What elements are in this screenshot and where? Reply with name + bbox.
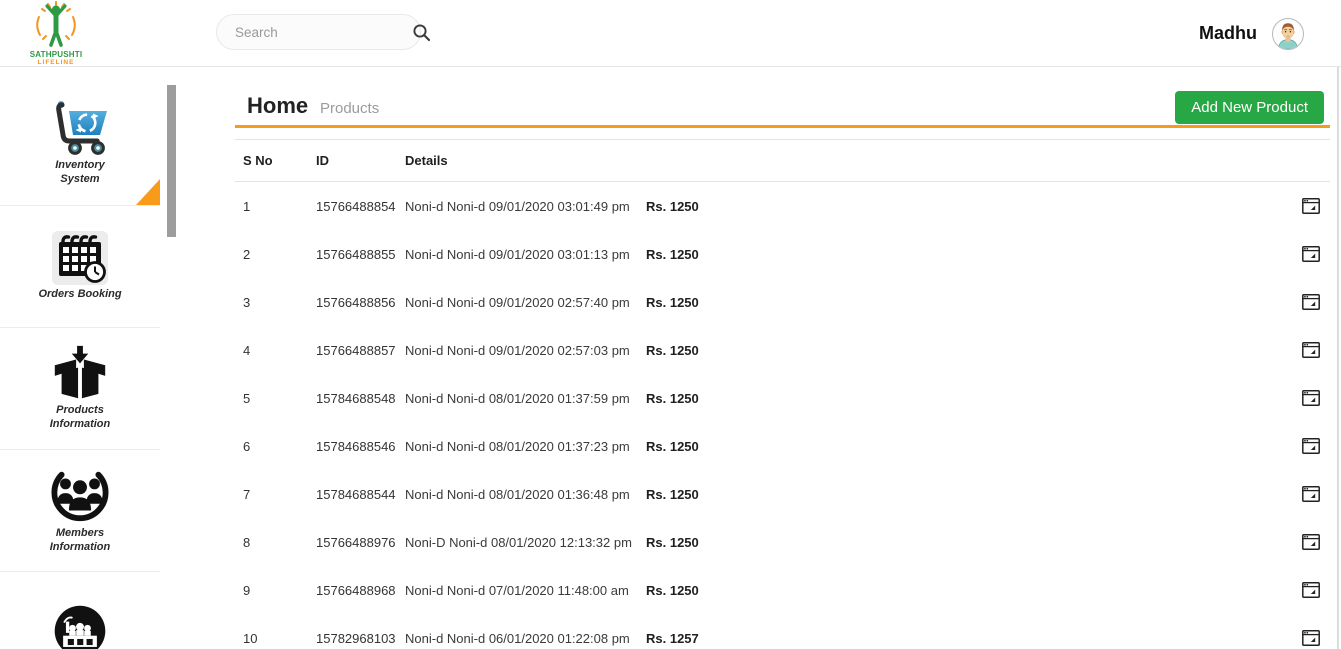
table-row: 3 15766488856 Noni-d Noni-d 09/01/2020 0…: [235, 278, 1330, 326]
cell-price: Rs. 1250: [646, 487, 699, 502]
table-row: 8 15766488976 Noni-D Noni-d 08/01/2020 1…: [235, 518, 1330, 566]
cell-price: Rs. 1250: [646, 295, 699, 310]
open-window-icon[interactable]: [1302, 246, 1320, 262]
cell-details: Noni-d Noni-d 08/01/2020 01:37:23 pm: [405, 439, 646, 454]
cell-sno: 6: [243, 439, 316, 454]
factory-people-icon: [50, 601, 110, 649]
cell-id: 15784688548: [316, 391, 405, 406]
logo-person-icon: [30, 1, 82, 47]
cell-details: Noni-d Noni-d 08/01/2020 01:37:59 pm: [405, 391, 646, 406]
sidebar-item-label: Products Information: [37, 404, 123, 432]
cell-sno: 10: [243, 631, 316, 646]
cell-price: Rs. 1250: [646, 439, 699, 454]
cell-price: Rs. 1250: [646, 199, 699, 214]
cell-id: 15766488976: [316, 535, 405, 550]
sidebar-item-orders-booking[interactable]: Orders Booking: [0, 206, 160, 328]
cell-price: Rs. 1250: [646, 247, 699, 262]
cell-id: 15766488968: [316, 583, 405, 598]
table-row: 6 15784688546 Noni-d Noni-d 08/01/2020 0…: [235, 422, 1330, 470]
open-window-icon[interactable]: [1302, 438, 1320, 454]
cell-sno: 1: [243, 199, 316, 214]
table-row: 2 15766488855 Noni-d Noni-d 09/01/2020 0…: [235, 230, 1330, 278]
cell-sno: 8: [243, 535, 316, 550]
sidebar-item-products-information[interactable]: Products Information: [0, 328, 160, 450]
sidebar-item-label: Inventory System: [37, 159, 123, 187]
table-row: 9 15766488968 Noni-d Noni-d 07/01/2020 1…: [235, 566, 1330, 614]
table-row: 10 15782968103 Noni-d Noni-d 06/01/2020 …: [235, 614, 1330, 649]
cell-price: Rs. 1250: [646, 391, 699, 406]
cell-id: 15766488855: [316, 247, 405, 262]
search-bar: [216, 14, 421, 50]
table-row: 4 15766488857 Noni-d Noni-d 09/01/2020 0…: [235, 326, 1330, 374]
table-header-row: S No ID Details: [235, 140, 1330, 182]
table-row: 1 15766488854 Noni-d Noni-d 09/01/2020 0…: [235, 182, 1330, 230]
cell-price: Rs. 1250: [646, 535, 699, 550]
table-row: 5 15784688548 Noni-d Noni-d 08/01/2020 0…: [235, 374, 1330, 422]
cell-details: Noni-d Noni-d 06/01/2020 01:22:08 pm: [405, 631, 646, 646]
header-details: Details: [405, 153, 1330, 168]
open-window-icon[interactable]: [1302, 294, 1320, 310]
cell-details: Noni-d Noni-d 07/01/2020 11:48:00 am: [405, 583, 646, 598]
open-window-icon[interactable]: [1302, 534, 1320, 550]
cell-price: Rs. 1257: [646, 631, 699, 646]
header-id: ID: [316, 153, 405, 168]
people-group-icon: [49, 466, 111, 524]
search-input[interactable]: [235, 25, 412, 40]
calendar-clock-icon: [52, 231, 108, 285]
brand-tagline: LIFELINE: [26, 59, 86, 66]
cell-sno: 7: [243, 487, 316, 502]
open-window-icon[interactable]: [1302, 342, 1320, 358]
page-header: Home Products Add New Product: [235, 67, 1330, 128]
table-row: 7 15784688544 Noni-d Noni-d 08/01/2020 0…: [235, 470, 1330, 518]
products-table: S No ID Details 1 15766488854 Noni-d Non…: [235, 139, 1330, 649]
search-icon[interactable]: [412, 22, 431, 42]
cell-sno: 4: [243, 343, 316, 358]
sidebar-item-label: Members Information: [37, 527, 123, 555]
open-window-icon[interactable]: [1302, 582, 1320, 598]
sidebar: Inventory System Orders Booking: [0, 67, 160, 649]
active-item-indicator: [136, 179, 160, 205]
cell-details: Noni-d Noni-d 08/01/2020 01:36:48 pm: [405, 487, 646, 502]
cell-details: Noni-d Noni-d 09/01/2020 03:01:49 pm: [405, 199, 646, 214]
add-new-product-button[interactable]: Add New Product: [1175, 91, 1324, 124]
sidebar-item-members-information[interactable]: Members Information: [0, 450, 160, 572]
cell-sno: 5: [243, 391, 316, 406]
cell-id: 15784688546: [316, 439, 405, 454]
sidebar-item-label: Orders Booking: [38, 288, 121, 302]
page-title: Home: [247, 93, 308, 119]
cell-id: 15784688544: [316, 487, 405, 502]
cell-details: Noni-d Noni-d 09/01/2020 03:01:13 pm: [405, 247, 646, 262]
cell-price: Rs. 1250: [646, 583, 699, 598]
cell-id: 15766488856: [316, 295, 405, 310]
open-window-icon[interactable]: [1302, 630, 1320, 646]
open-box-icon: [49, 345, 111, 401]
top-bar: SATHPUSHTI LIFELINE Madhu: [0, 0, 1341, 67]
cell-sno: 9: [243, 583, 316, 598]
cell-price: Rs. 1250: [646, 343, 699, 358]
sidebar-item-inventory-system[interactable]: Inventory System: [0, 67, 160, 206]
shopping-cart-icon: [48, 98, 112, 156]
brand-logo: SATHPUSHTI LIFELINE: [26, 1, 86, 66]
cell-id: 15766488857: [316, 343, 405, 358]
user-avatar[interactable]: [1272, 18, 1304, 50]
sidebar-item-company[interactable]: [0, 572, 160, 649]
page-scrollbar-track[interactable]: [1337, 0, 1339, 649]
header-sno: S No: [243, 153, 316, 168]
user-box: Madhu: [1199, 0, 1304, 67]
cell-id: 15766488854: [316, 199, 405, 214]
user-name: Madhu: [1199, 23, 1257, 44]
open-window-icon[interactable]: [1302, 486, 1320, 502]
open-window-icon[interactable]: [1302, 390, 1320, 406]
cell-sno: 2: [243, 247, 316, 262]
open-window-icon[interactable]: [1302, 198, 1320, 214]
cell-details: Noni-d Noni-d 09/01/2020 02:57:40 pm: [405, 295, 646, 310]
sidebar-scrollbar-thumb[interactable]: [167, 85, 176, 237]
page-subtitle: Products: [320, 100, 379, 117]
cell-details: Noni-d Noni-d 09/01/2020 02:57:03 pm: [405, 343, 646, 358]
brand-name: SATHPUSHTI: [26, 50, 86, 59]
main-content: Home Products Add New Product S No ID De…: [235, 67, 1330, 649]
cell-id: 15782968103: [316, 631, 405, 646]
cell-details: Noni-D Noni-d 08/01/2020 12:13:32 pm: [405, 535, 646, 550]
cell-sno: 3: [243, 295, 316, 310]
